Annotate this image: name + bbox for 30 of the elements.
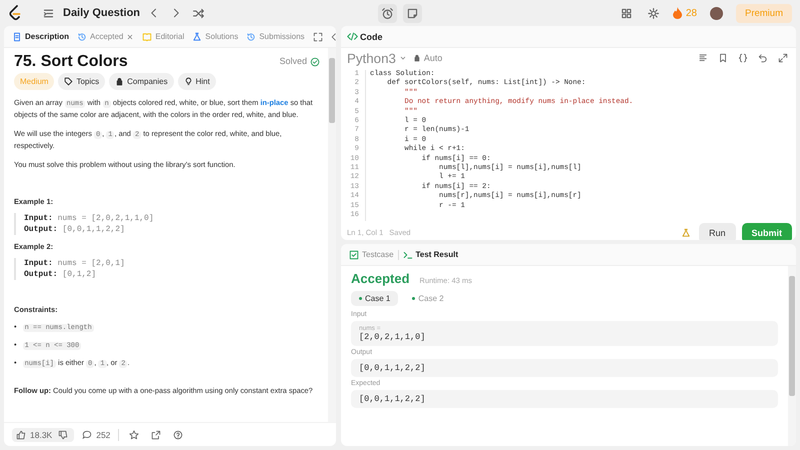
- streak-count: 28: [686, 8, 697, 18]
- submit-button[interactable]: Submit: [742, 222, 792, 240]
- value-box: [0,0,1,1,2,2]: [351, 359, 778, 377]
- tag-chip[interactable]: Hint: [178, 73, 216, 90]
- example-line: Input: nums = [2,0,1]: [24, 258, 126, 269]
- difficulty-tag: Medium: [14, 73, 54, 90]
- case-tab[interactable]: Case 1: [351, 291, 398, 306]
- language-select[interactable]: Python3: [347, 50, 407, 66]
- example-line: Output: [0,0,1,1,2,2]: [24, 224, 126, 235]
- tag-chip[interactable]: Companies: [109, 73, 174, 90]
- problem-title: 75. Sort Colors: [14, 56, 128, 67]
- mode-label: Auto: [424, 53, 442, 63]
- value-box: [0,0,1,1,2,2]: [351, 390, 778, 408]
- tab[interactable]: Editorial: [140, 30, 186, 44]
- page-title[interactable]: Daily Question: [63, 7, 140, 19]
- tab[interactable]: Description: [10, 30, 72, 44]
- tab[interactable]: Test Result: [400, 248, 460, 262]
- tab[interactable]: Testcase: [347, 248, 396, 262]
- tab[interactable]: Solutions: [190, 30, 240, 44]
- tab[interactable]: Submissions: [244, 30, 307, 44]
- tab[interactable]: Accepted: [75, 30, 136, 44]
- example-line: Output: [0,1,2]: [24, 269, 98, 280]
- comments-button[interactable]: 252: [82, 430, 110, 440]
- run-button[interactable]: Run: [698, 222, 736, 240]
- solved-status: Solved: [279, 56, 307, 67]
- panel-title: Code: [360, 32, 382, 42]
- verdict-text: Accepted: [351, 271, 410, 286]
- tag-chip[interactable]: Topics: [58, 73, 106, 90]
- example-line: Input: nums = [2,0,2,1,1,0]: [24, 213, 155, 224]
- case-tab[interactable]: Case 2: [404, 291, 452, 306]
